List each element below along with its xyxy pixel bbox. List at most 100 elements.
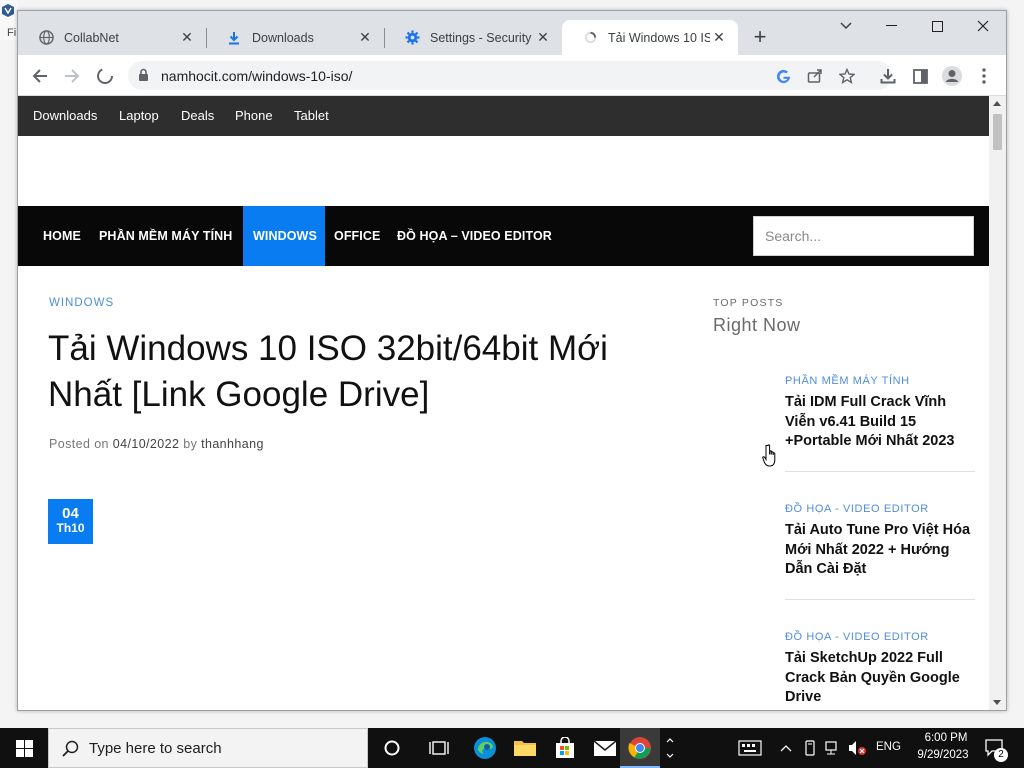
edge-icon [474, 737, 496, 759]
page-scrollbar[interactable] [989, 96, 1006, 710]
download-icon [226, 30, 242, 46]
nav-item-windows[interactable]: WINDOWS [243, 206, 325, 266]
taskbar-chrome[interactable] [620, 728, 660, 768]
clock-date[interactable]: 9/29/2023 [910, 749, 976, 761]
new-tab-button[interactable]: + [748, 24, 772, 49]
tab-title: CollabNet [64, 30, 119, 45]
top-post-item: ĐỒ HỌA - VIDEO EDITOR Tải Auto Tune Pro … [785, 503, 975, 580]
topbar-link-tablet[interactable]: Tablet [294, 108, 329, 123]
nav-item-do-hoa-video-editor[interactable]: ĐỒ HỌA – VIDEO EDITOR [387, 206, 562, 266]
top-post-title[interactable]: Tải Auto Tune Pro Việt Hóa Mới Nhất 2022… [785, 521, 975, 580]
taskbar: Type here to search ENG 6:00 PM 9/29/202… [0, 728, 1024, 768]
site-search-input[interactable] [754, 217, 973, 255]
close-window-button[interactable] [960, 11, 1006, 41]
taskbar-mail[interactable] [586, 728, 624, 768]
tab-windows-10-iso[interactable]: Tải Windows 10 ISO ✕ [562, 20, 738, 55]
tab-settings-security[interactable]: Settings - Security ✕ [384, 20, 562, 55]
windows-logo-icon [15, 739, 33, 757]
minimize-icon [885, 25, 897, 26]
back-button[interactable] [27, 63, 53, 89]
tab-collabnet[interactable]: CollabNet ✕ [18, 20, 206, 55]
post-title: Tải Windows 10 ISO 32bit/64bit Mới Nhất … [48, 329, 608, 414]
post-date-link[interactable]: 04/10/2022 [113, 437, 180, 451]
tray-network-icon[interactable] [821, 728, 841, 768]
taskbar-store[interactable] [546, 728, 584, 768]
site-search [753, 216, 974, 256]
topbar-link-laptop[interactable]: Laptop [119, 108, 159, 123]
side-panel-icon [912, 68, 928, 84]
globe-icon [38, 30, 54, 46]
usb-device-icon [805, 740, 815, 756]
taskbar-file-explorer[interactable] [506, 728, 544, 768]
network-icon [825, 741, 837, 755]
start-button[interactable] [0, 728, 48, 768]
side-panel-button[interactable] [907, 63, 933, 89]
nav-item-home[interactable]: HOME [33, 206, 91, 266]
task-view-button[interactable] [418, 728, 460, 768]
top-post-category[interactable]: PHẦN MỀM MÁY TÍNH [785, 375, 975, 387]
mail-icon [593, 740, 617, 756]
address-bar[interactable]: namhocit.com/windows-10-iso/ [128, 61, 892, 90]
topbar-link-downloads[interactable]: Downloads [33, 108, 97, 123]
close-icon[interactable]: ✕ [178, 29, 196, 47]
background-window-edge: Fi [0, 0, 18, 40]
taskbar-search-box[interactable]: Type here to search [48, 728, 368, 768]
minimize-button[interactable] [868, 11, 914, 41]
volume-button[interactable] [845, 728, 869, 768]
post-category-link[interactable]: WINDOWS [49, 297, 114, 309]
language-indicator[interactable]: ENG [876, 741, 901, 753]
input-indicator-button[interactable] [735, 728, 765, 768]
search-icon [62, 740, 79, 757]
scroll-down-arrow-icon[interactable] [993, 700, 1001, 705]
divider [785, 471, 975, 472]
tab-search-button[interactable] [823, 11, 869, 41]
more-vertical-icon [982, 68, 986, 84]
post-author-link[interactable]: thanhhang [201, 437, 264, 451]
topbar-link-phone[interactable]: Phone [235, 108, 273, 123]
site-main-nav: HOME PHẦN MỀM MÁY TÍNH WINDOWS OFFICE ĐỒ… [18, 206, 989, 266]
top-post-category[interactable]: ĐỒ HỌA - VIDEO EDITOR [785, 503, 975, 515]
star-icon[interactable] [838, 67, 856, 85]
taskbar-edge[interactable] [464, 728, 506, 768]
tray-device-icon[interactable] [800, 728, 820, 768]
arrow-left-icon [32, 69, 47, 83]
downloads-button[interactable] [875, 63, 901, 89]
nav-item-office[interactable]: OFFICE [324, 206, 390, 266]
profile-button[interactable] [939, 63, 965, 89]
date-badge: 04 Th10 [48, 499, 93, 544]
virtualbox-icon [2, 4, 14, 17]
show-hidden-icons-button[interactable] [777, 728, 795, 768]
site-topbar: Downloads Laptop Deals Phone Tablet [18, 96, 989, 136]
close-icon[interactable]: ✕ [356, 29, 374, 47]
top-post-title[interactable]: Tải SketchUp 2022 Full Crack Bản Quyền G… [785, 649, 975, 708]
post-meta-by: by [183, 437, 198, 451]
close-icon[interactable]: ✕ [710, 29, 728, 47]
top-post-item: ĐỒ HỌA - VIDEO EDITOR Tải SketchUp 2022 … [785, 631, 975, 708]
keyboard-icon [738, 740, 762, 756]
web-page: Downloads Laptop Deals Phone Tablet HOME… [18, 96, 989, 710]
chevron-up-icon [780, 745, 792, 752]
google-icon[interactable] [774, 67, 792, 85]
share-icon[interactable] [806, 67, 824, 85]
task-view-icon [429, 741, 449, 755]
nav-item-phan-mem-may-tinh[interactable]: PHẦN MỀM MÁY TÍNH [89, 206, 242, 266]
tab-downloads[interactable]: Downloads ✕ [206, 20, 384, 55]
scroll-up-arrow-icon[interactable] [993, 101, 1001, 106]
folder-icon [514, 741, 536, 756]
stop-loading-button[interactable] [92, 63, 118, 89]
cortana-button[interactable] [371, 728, 413, 768]
close-icon[interactable]: ✕ [534, 29, 552, 47]
forward-button[interactable] [59, 63, 85, 89]
scrollbar-thumb[interactable] [993, 114, 1002, 150]
top-post-category[interactable]: ĐỒ HỌA - VIDEO EDITOR [785, 631, 975, 643]
taskbar-overflow-chevron[interactable] [663, 728, 677, 768]
tab-title: Settings - Security [430, 30, 532, 45]
date-badge-day: 04 [62, 505, 79, 522]
top-post-title[interactable]: Tải IDM Full Crack Vĩnh Viễn v6.41 Build… [785, 393, 975, 452]
topbar-link-deals[interactable]: Deals [181, 108, 214, 123]
action-center-button[interactable]: 2 [979, 728, 1011, 768]
clock-time[interactable]: 6:00 PM [917, 732, 975, 744]
maximize-button[interactable] [914, 11, 960, 41]
browser-menu-button[interactable] [971, 63, 997, 89]
chevron-down-icon [840, 22, 852, 30]
